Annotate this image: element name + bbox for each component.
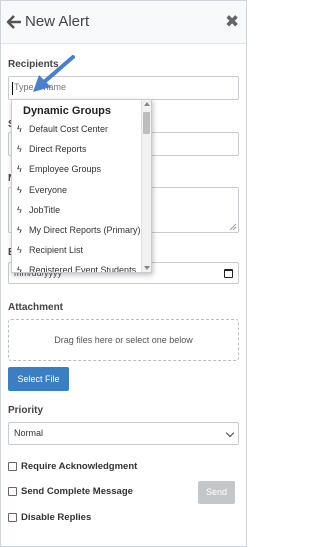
list-item[interactable]: ϟ Everyone bbox=[17, 185, 142, 201]
disable-replies-checkbox[interactable] bbox=[8, 513, 17, 522]
panel-header: New Alert ✖ bbox=[1, 1, 246, 44]
lightning-bolt-icon: ϟ bbox=[17, 185, 22, 195]
priority-selected-value: Normal bbox=[14, 428, 44, 438]
require-ack-checkbox[interactable] bbox=[8, 462, 17, 471]
list-item-label: JobTitle bbox=[29, 205, 61, 215]
back-arrow-icon[interactable] bbox=[6, 14, 22, 30]
disable-replies-row[interactable]: Disable Replies bbox=[8, 512, 91, 526]
list-item[interactable]: ϟ Employee Groups bbox=[17, 164, 142, 180]
lightning-bolt-icon: ϟ bbox=[17, 164, 22, 174]
lightning-bolt-icon: ϟ bbox=[17, 265, 22, 273]
close-icon[interactable]: ✖ bbox=[225, 13, 239, 30]
attachment-label: Attachment bbox=[8, 302, 64, 313]
priority-select[interactable]: Normal bbox=[8, 422, 239, 445]
scroll-down-icon[interactable] bbox=[144, 266, 150, 270]
list-item[interactable]: ϟ My Direct Reports (Primary) bbox=[17, 225, 142, 241]
resize-handle-icon[interactable] bbox=[229, 223, 236, 230]
require-ack-row[interactable]: Require Acknowledgment bbox=[8, 461, 137, 475]
dropdown-scrollbar[interactable] bbox=[141, 100, 151, 272]
lightning-bolt-icon: ϟ bbox=[17, 124, 22, 134]
dropzone-text: Drag files here or select one below bbox=[54, 335, 193, 345]
page-title: New Alert bbox=[25, 13, 90, 30]
list-item[interactable]: ϟ Default Cost Center bbox=[17, 124, 142, 140]
priority-label: Priority bbox=[8, 405, 44, 416]
new-alert-panel: New Alert ✖ Recipients Type a name S N E… bbox=[0, 0, 247, 547]
send-complete-checkbox[interactable] bbox=[8, 487, 17, 496]
list-item-label: Everyone bbox=[29, 185, 68, 195]
text-caret bbox=[12, 82, 13, 95]
list-item[interactable]: ϟ Direct Reports bbox=[17, 144, 142, 160]
pointer-arrow-icon bbox=[33, 55, 75, 92]
lightning-bolt-icon: ϟ bbox=[17, 245, 22, 255]
scroll-up-icon[interactable] bbox=[144, 102, 150, 106]
send-complete-row[interactable]: Send Complete Message bbox=[8, 486, 133, 500]
file-dropzone[interactable]: Drag files here or select one below bbox=[8, 319, 239, 361]
lightning-bolt-icon: ϟ bbox=[17, 205, 22, 215]
lightning-bolt-icon: ϟ bbox=[17, 225, 22, 235]
list-item[interactable]: ϟ Registered Event Students bbox=[17, 265, 142, 273]
list-item-label: My Direct Reports (Primary) bbox=[29, 225, 141, 235]
dropdown-group-heading: Dynamic Groups bbox=[23, 105, 112, 117]
list-item-label: Registered Event Students bbox=[29, 265, 137, 273]
scrollbar-thumb[interactable] bbox=[143, 112, 150, 134]
disable-replies-label: Disable Replies bbox=[21, 512, 92, 523]
send-complete-label: Send Complete Message bbox=[21, 486, 133, 497]
chevron-down-icon bbox=[225, 428, 235, 438]
list-item-label: Default Cost Center bbox=[29, 124, 109, 134]
list-item-label: Direct Reports bbox=[29, 144, 87, 154]
recipient-suggestions-dropdown[interactable]: Dynamic Groups ϟ Default Cost Center ϟ Dir… bbox=[11, 99, 152, 273]
list-item-label: Employee Groups bbox=[29, 164, 102, 174]
list-item[interactable]: ϟ JobTitle bbox=[17, 205, 142, 221]
calendar-icon[interactable] bbox=[224, 269, 233, 278]
list-item-label: Recipient List bbox=[29, 245, 84, 255]
list-item[interactable]: ϟ Recipient List bbox=[17, 245, 142, 261]
require-ack-label: Require Acknowledgment bbox=[21, 461, 138, 472]
send-button[interactable]: Send bbox=[198, 481, 235, 504]
select-file-button[interactable]: Select File bbox=[8, 367, 69, 391]
lightning-bolt-icon: ϟ bbox=[17, 144, 22, 154]
